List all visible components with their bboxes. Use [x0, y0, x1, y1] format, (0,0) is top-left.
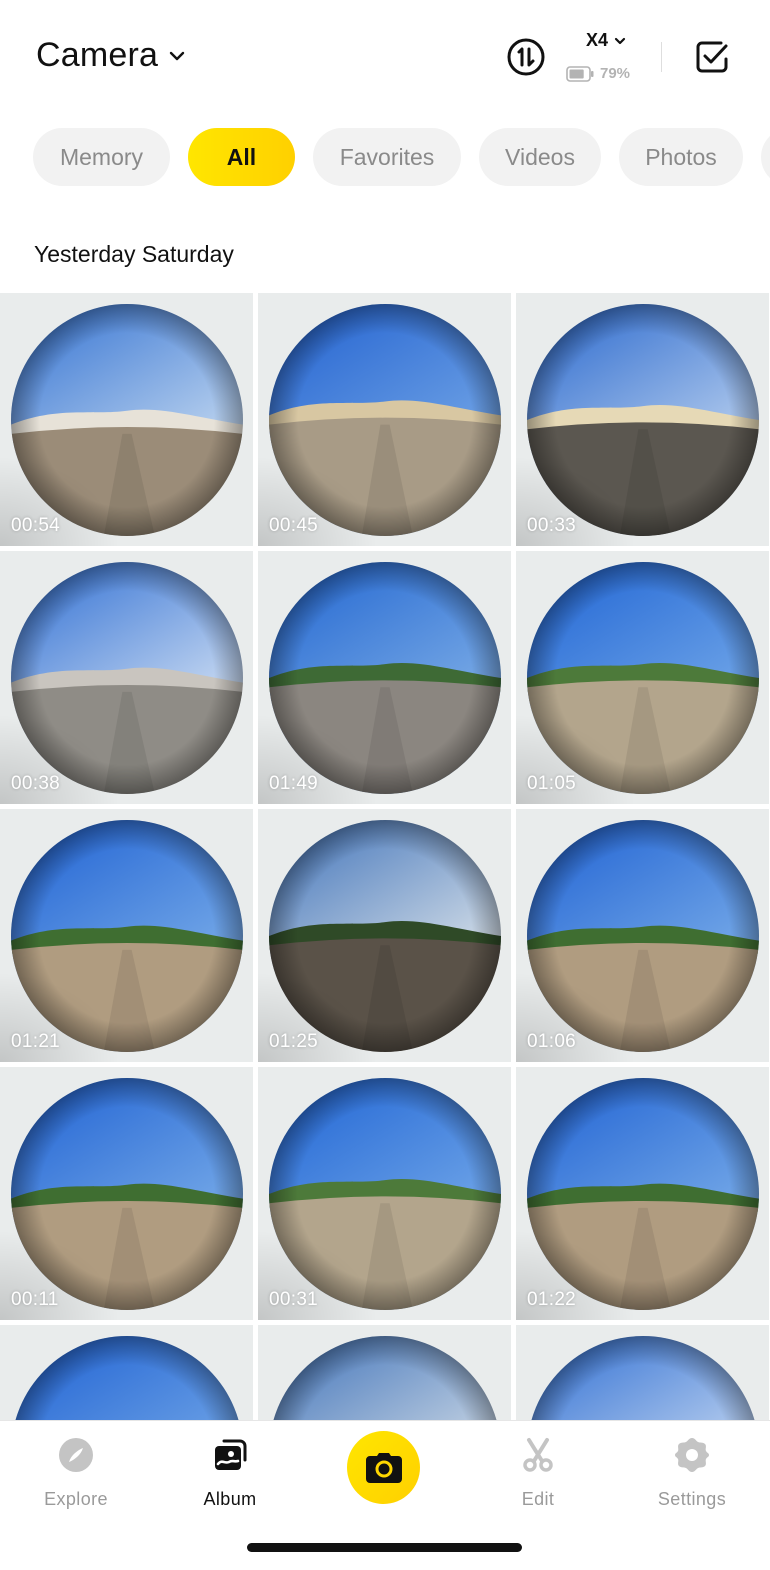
chevron-down-icon: [614, 37, 626, 44]
camera-source-dropdown[interactable]: Camera: [36, 36, 186, 75]
capture-button[interactable]: [347, 1431, 420, 1504]
chip-more[interactable]: [761, 128, 770, 186]
video-duration: 01:05: [527, 773, 577, 794]
media-tile[interactable]: 00:38: [0, 551, 253, 804]
media-tile[interactable]: 00:54: [0, 293, 253, 546]
video-duration: 01:25: [269, 1031, 319, 1052]
video-duration: 01:22: [527, 1289, 577, 1310]
chip-label: Favorites: [339, 143, 435, 170]
chip-photos[interactable]: Photos: [619, 128, 743, 186]
media-thumbnail: [527, 1336, 759, 1420]
chevron-down-icon: [169, 51, 185, 60]
nav-label: Settings: [657, 1489, 727, 1509]
chip-label: Memory: [59, 143, 144, 170]
media-tile[interactable]: [258, 1325, 511, 1420]
video-duration: 00:33: [527, 515, 577, 536]
header: Camera X4 79%: [0, 0, 770, 115]
nav-settings[interactable]: Settings: [637, 1435, 747, 1510]
chip-label: All: [226, 143, 257, 170]
media-tile[interactable]: 01:22: [516, 1067, 769, 1320]
video-duration: 00:54: [11, 515, 61, 536]
video-duration: 00:11: [11, 1289, 59, 1310]
nav-label: Explore: [44, 1489, 108, 1509]
media-tile[interactable]: 01:06: [516, 809, 769, 1062]
video-duration: 01:06: [527, 1031, 577, 1052]
scissors-icon: [523, 1438, 553, 1472]
media-grid: 00:54 00:45 00:33 00:38 01:49 01:05 01:21 01:25…: [0, 293, 770, 1420]
chip-videos[interactable]: Videos: [479, 128, 601, 186]
battery-percent: 79%: [600, 65, 631, 82]
media-tile[interactable]: 00:31: [258, 1067, 511, 1320]
nav-edit[interactable]: Edit: [483, 1435, 593, 1510]
video-duration: 00:38: [11, 773, 61, 794]
video-duration: 01:21: [11, 1031, 61, 1052]
camera-model-selector[interactable]: X4: [586, 30, 626, 51]
video-duration: 01:49: [269, 773, 319, 794]
media-tile[interactable]: 01:49: [258, 551, 511, 804]
video-duration: 00:31: [269, 1289, 319, 1310]
battery-icon: [566, 65, 594, 82]
camera-icon: [365, 1452, 402, 1483]
nav-label: Edit: [521, 1489, 555, 1509]
page-title: Camera: [36, 36, 159, 74]
media-thumbnail: [11, 1336, 243, 1420]
chip-label: Photos: [645, 143, 717, 170]
chip-memory[interactable]: Memory: [33, 128, 170, 186]
media-tile[interactable]: 00:11: [0, 1067, 253, 1320]
chip-label: Videos: [505, 143, 575, 170]
filter-chips: Memory All Favorites Videos Photos: [0, 128, 770, 188]
compass-icon: [59, 1438, 93, 1472]
nav-album[interactable]: Album: [175, 1435, 285, 1510]
album-icon: [215, 1439, 247, 1470]
transfer-sync-icon[interactable]: [506, 37, 546, 77]
home-indicator: [247, 1543, 522, 1552]
nav-explore[interactable]: Explore: [21, 1435, 131, 1510]
media-tile[interactable]: 01:05: [516, 551, 769, 804]
media-tile[interactable]: 01:25: [258, 809, 511, 1062]
media-tile[interactable]: 01:21: [0, 809, 253, 1062]
media-tile[interactable]: 00:45: [258, 293, 511, 546]
media-tile[interactable]: [0, 1325, 253, 1420]
video-duration: 00:45: [269, 515, 319, 536]
nav-label: Album: [203, 1489, 257, 1509]
media-thumbnail: [269, 1336, 501, 1420]
battery-status: 79%: [566, 65, 630, 82]
checkbox-select-icon[interactable]: [694, 39, 730, 75]
date-section-title: Yesterday Saturday: [34, 241, 234, 267]
media-tile[interactable]: 00:33: [516, 293, 769, 546]
header-divider: [661, 42, 662, 72]
chip-all[interactable]: All: [188, 128, 295, 186]
camera-model-label: X4: [586, 30, 609, 50]
chip-favorites[interactable]: Favorites: [313, 128, 461, 186]
media-tile[interactable]: [516, 1325, 769, 1420]
gear-icon: [675, 1438, 709, 1472]
